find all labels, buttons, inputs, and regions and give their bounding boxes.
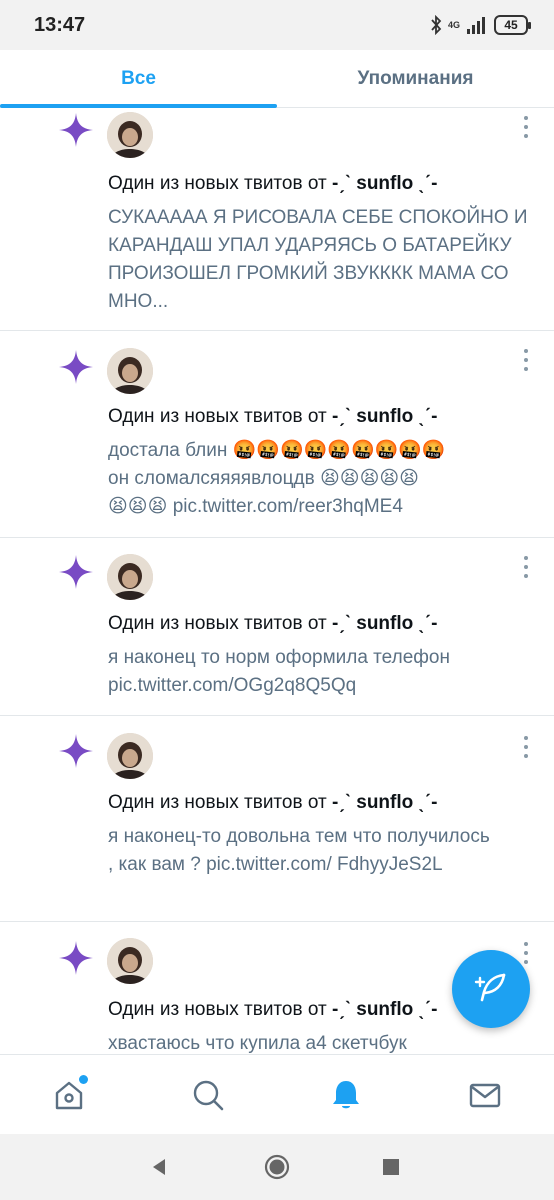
status-bar: 13:47 4G 45 [0, 0, 554, 50]
author-name[interactable]: -ˏˋ sunflo ˎˊ- [332, 406, 438, 427]
messages-envelope-icon [469, 1083, 501, 1108]
back-icon [153, 1159, 165, 1175]
home-circle-icon [264, 1154, 290, 1180]
author-name[interactable]: -ˏˋ sunflo ˎˊ- [332, 173, 438, 194]
tired-emoji-group: 😫😫😫 [108, 496, 168, 517]
headline-prefix: Один из новых твитов от [108, 613, 327, 634]
nav-notifications[interactable] [324, 1073, 368, 1117]
headline-prefix: Один из новых твитов от [108, 999, 327, 1020]
bottom-navigation [0, 1054, 554, 1134]
notification-headline: Один из новых твитов от -ˏˋ sunflo ˎˊ- [108, 999, 438, 1021]
system-navigation-bar [0, 1134, 554, 1200]
status-time: 13:47 [34, 14, 86, 36]
nav-messages[interactable] [463, 1073, 507, 1117]
notification-headline: Один из новых твитов от -ˏˋ sunflo ˎˊ- [108, 406, 438, 428]
author-name[interactable]: -ˏˋ sunflo ˎˊ- [332, 613, 438, 634]
avatar[interactable] [107, 112, 153, 158]
search-icon [193, 1080, 224, 1111]
avatar[interactable] [107, 554, 153, 600]
tweet-text-line1: достала блин [108, 440, 228, 461]
system-back-button[interactable] [146, 1154, 172, 1180]
tab-all[interactable]: Все [0, 50, 277, 108]
avatar[interactable] [107, 348, 153, 394]
battery-icon: 45 [494, 15, 531, 35]
notifications-feed[interactable]: Один из новых твитов от -ˏˋ sunflo ˎˊ- С… [0, 108, 554, 1054]
tweet-text-line2: он сломалсяяяявлоцдв [108, 468, 315, 489]
headline-prefix: Один из новых твитов от [108, 173, 327, 194]
author-name[interactable]: -ˏˋ sunflo ˎˊ- [332, 792, 438, 813]
signal-icon [467, 17, 485, 34]
bluetooth-icon [431, 15, 442, 35]
notification-tabs: Все Упоминания [0, 50, 554, 108]
system-recents-button[interactable] [378, 1154, 404, 1180]
avatar-image [107, 554, 153, 600]
nav-search[interactable] [186, 1073, 230, 1117]
sparkle-icon [59, 555, 93, 589]
more-vertical-icon[interactable] [522, 116, 530, 138]
tweet-link[interactable]: pic.twitter.com/reer3hqME4 [173, 496, 403, 517]
avatar[interactable] [107, 938, 153, 984]
notification-headline: Один из новых твитов от -ˏˋ sunflo ˎˊ- [108, 173, 438, 195]
avatar-image [107, 112, 153, 158]
compose-tweet-button[interactable] [452, 950, 530, 1028]
sparkle-icon [59, 734, 93, 768]
sparkle-icon [59, 941, 93, 975]
avatar-image [107, 733, 153, 779]
notification-item[interactable]: Один из новых твитов от -ˏˋ sunflo ˎˊ- д… [0, 331, 554, 538]
more-vertical-icon[interactable] [522, 736, 530, 758]
more-vertical-icon[interactable] [522, 942, 530, 964]
notification-item[interactable]: Один из новых твитов от -ˏˋ sunflo ˎˊ- я… [0, 538, 554, 716]
tired-emoji-group: 😫😫😫😫😫 [319, 468, 419, 489]
tweet-text[interactable]: достала блин 🤬🤬🤬🤬🤬🤬🤬🤬🤬 он сломалсяяяявло… [108, 437, 528, 521]
rage-emoji-group: 🤬🤬🤬🤬🤬🤬🤬🤬🤬 [232, 440, 446, 461]
system-home-button[interactable] [264, 1154, 290, 1180]
tweet-text[interactable]: я наконец-то довольна тем что получилось… [108, 823, 498, 879]
nav-home[interactable] [47, 1073, 91, 1117]
notification-item[interactable]: Один из новых твитов от -ˏˋ sunflo ˎˊ- С… [0, 108, 554, 331]
status-icons: 4G 45 [430, 14, 531, 36]
more-vertical-icon[interactable] [522, 556, 530, 578]
notification-headline: Один из новых твитов от -ˏˋ sunflo ˎˊ- [108, 792, 438, 814]
avatar-image [107, 938, 153, 984]
new-content-dot [79, 1075, 88, 1084]
sparkle-icon [59, 113, 93, 147]
tweet-text[interactable]: хвастаюсь что купила а4 скетчбук [108, 1030, 528, 1054]
tab-mentions[interactable]: Упоминания [277, 50, 554, 108]
notifications-bell-icon [333, 1081, 359, 1109]
headline-prefix: Один из новых твитов от [108, 792, 327, 813]
notification-item[interactable]: Один из новых твитов от -ˏˋ sunflo ˎˊ- я… [0, 716, 554, 922]
network-type: 4G [447, 19, 460, 30]
avatar[interactable] [107, 733, 153, 779]
author-name[interactable]: -ˏˋ sunflo ˎˊ- [332, 999, 438, 1020]
avatar-image [107, 348, 153, 394]
tweet-text[interactable]: СУКААААА Я РИСОВАЛА СЕБЕ СПОКОЙНО И КАРА… [108, 204, 528, 316]
compose-tweet-icon [474, 973, 506, 1002]
recents-square-icon [383, 1159, 399, 1175]
tweet-text[interactable]: я наконец то норм оформила телефон pic.t… [108, 644, 508, 700]
battery-level: 45 [504, 18, 518, 32]
sparkle-icon [59, 350, 93, 384]
notification-headline: Один из новых твитов от -ˏˋ sunflo ˎˊ- [108, 613, 438, 635]
headline-prefix: Один из новых твитов от [108, 406, 327, 427]
more-vertical-icon[interactable] [522, 349, 530, 371]
